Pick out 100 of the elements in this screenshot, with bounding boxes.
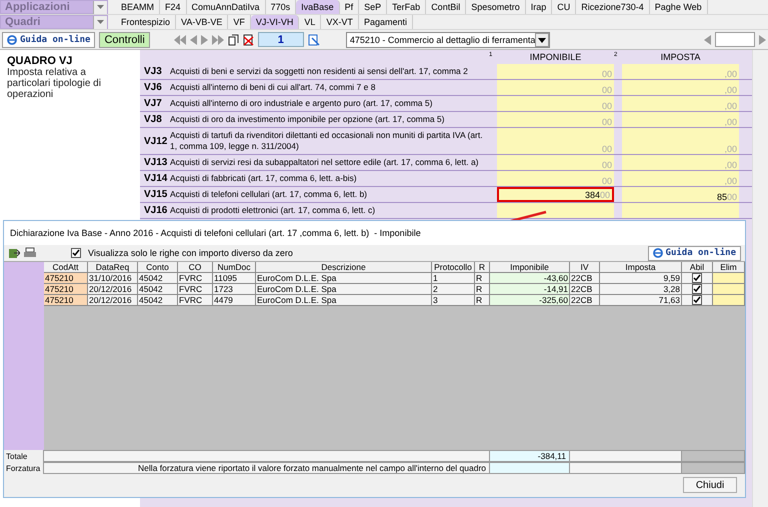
app-tab[interactable]: IvaBase [296,0,340,14]
app-tab[interactable]: Spesometro [466,0,526,14]
app-tab[interactable]: F24 [160,0,187,14]
next-page-icon[interactable] [200,34,208,44]
table-cell: 475210 [44,295,88,306]
amount-field[interactable]: 8500 [622,187,739,202]
checks-button[interactable]: Controlli [99,32,150,48]
column-header: Elim [713,262,745,273]
row-description: Acquisti all'interno di oro industriale e argento puro (art. 17, comma 5) [170,97,434,110]
section-tab[interactable]: VX-VT [321,15,359,29]
column-header: IMPONIBILE [528,52,582,64]
section-tab[interactable]: Frontespizio [116,15,176,29]
column-header: Imponibile [490,262,570,273]
row-code: VJ15 [143,188,168,202]
column-header: Conto [138,262,178,273]
table-cell: 3,28 [600,284,682,295]
scrollbar[interactable] [752,50,768,507]
override-label: Forzatura [5,462,42,474]
table-cell: 71,63 [600,295,682,306]
app-tab[interactable]: Paghe Web [650,0,708,14]
total-label: Totale [5,450,28,462]
previous-page-icon[interactable] [190,34,197,44]
app-tab[interactable]: Irap [526,0,552,14]
amount-field[interactable] [497,203,614,218]
column-header: CodAtt [44,262,88,273]
row-code: VJ16 [143,204,168,218]
enabled-checkbox[interactable] [692,295,702,305]
section-tab[interactable]: VA-VB-VE [176,15,228,29]
form-subtitle: Imposta relativa a particolari tipologie di operazioni [7,67,102,100]
table-cell: 31/10/2016 [88,273,138,284]
table-cell: 3 [432,295,475,306]
help-button[interactable]: Guida on-line [2,32,96,48]
first-page-icon[interactable] [174,34,186,44]
table-cell: 22CB [570,295,600,306]
row-code: VJ8 [143,113,163,127]
next-icon[interactable] [758,34,766,44]
row-description: Acquisti di tartufi da rivenditori dilettanti ed occasionali non muniti di partita IVA (art. 1, comma 109, legge n. 311/2004) [170,129,484,153]
caret-icon [535,32,549,46]
column-header: Imposta [600,262,682,273]
column-header: IMPOSTA [660,52,702,64]
app-tab[interactable]: ContBil [426,0,466,14]
table-cell: -43,60 [490,273,570,284]
override-field[interactable] [490,462,570,474]
table-cell [682,462,745,474]
table-cell: R [475,295,490,306]
app-tab[interactable]: CU [552,0,576,14]
row-description: Acquisti di prodotti elettronici (art. 17, comma 6, lett. c) [170,204,376,217]
row-description: Acquisti di servizi resi da subappaltatori nel settore edile (art. 17, comma 6, lett. a) [170,156,480,169]
row-code: VJ6 [143,81,163,95]
app-tab[interactable]: SeP [359,0,388,14]
amount-field[interactable]: 38400 [497,187,614,202]
table-cell: -325,60 [490,295,570,306]
table-cell: 2 [432,284,475,295]
row-description: Acquisti di fabbricati (art. 17, comma 6, lett. a-bis) [170,172,358,185]
browser-icon [652,248,663,258]
override-note: Nella forzatura viene riportato il valore forzato manualmente nel campo all'interno del quadro [44,462,490,474]
table-cell: 1723 [213,284,256,295]
caret-icon [97,5,104,9]
filter-checkbox[interactable] [71,248,81,258]
row-code: VJ13 [143,156,168,170]
table-cell: R [475,273,490,284]
export-icon[interactable] [8,247,20,259]
dialog-title: Dichiarazione Iva Base - Anno 2016 - Acquisti di telefoni cellulari (art. 17 ,comma 6, lett. b) - Imponibile [4,221,745,245]
column-header: NumDoc [213,262,256,273]
search-page-icon[interactable] [308,34,320,46]
copy-page-icon[interactable] [228,34,239,46]
column-header: DataReq [88,262,138,273]
row-description: Acquisti all'interno di beni di cui all'art. 74, commi 7 e 8 [170,81,376,94]
record-field[interactable] [714,32,755,47]
previous-icon[interactable] [704,34,711,44]
filter-label: Visualizza solo le righe con importo diverso da zero [88,248,293,258]
help-button[interactable]: Guida on-line [648,246,741,260]
enabled-checkbox[interactable] [692,273,702,283]
table-cell: 22CB [570,273,600,284]
section-tab[interactable]: VJ-VI-VH [250,15,300,29]
table-cell: 45042 [138,284,178,295]
table-cell: 1 [432,273,475,284]
table-cell: 475210 [44,273,88,284]
delete-page-icon[interactable] [242,34,254,46]
column-header: IV [570,262,600,273]
print-icon[interactable] [23,247,37,259]
activity-dropdown[interactable]: 475210 - Commercio al dettaglio di ferramenta [346,32,550,48]
table-cell: 20/12/2016 [88,295,138,306]
row-code: VJ12 [143,134,168,148]
app-tab[interactable]: Pf [340,0,360,14]
enabled-checkbox[interactable] [692,284,702,294]
close-button[interactable]: Chiudi [683,477,737,493]
table-cell: 9,59 [600,273,682,284]
table-cell: 11095 [213,273,256,284]
table-cell: EuroCom D.L.E. Spa [256,284,432,295]
app-tab[interactable]: ComuAnnDatiIva [186,0,266,14]
amount-field[interactable] [622,203,739,218]
table-cell: 45042 [138,295,178,306]
row-code: VJ7 [143,97,163,111]
section-tab[interactable]: Pagamenti [358,15,413,29]
page-number-field[interactable]: 1 [258,32,304,47]
section-tab[interactable]: VL [299,15,322,29]
app-tab[interactable]: TerFab [387,0,426,14]
app-tab[interactable]: BEAMM [116,0,160,14]
app-tab[interactable]: Ricezione730-4 [576,0,650,14]
